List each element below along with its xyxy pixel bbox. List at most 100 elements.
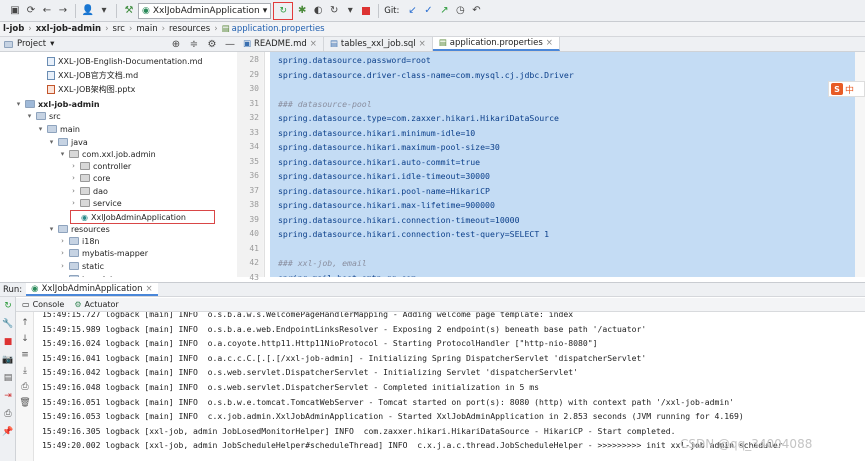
chevron-icon[interactable]: › bbox=[70, 199, 77, 207]
tree-item[interactable]: ▾ java bbox=[48, 136, 88, 148]
tab-readme[interactable]: ▣ README.md × bbox=[237, 37, 324, 51]
tree-item[interactable]: › mybatis-mapper bbox=[59, 247, 148, 259]
camera-icon[interactable]: 📷 bbox=[2, 355, 13, 365]
project-panel-title[interactable]: Project bbox=[17, 39, 46, 49]
breadcrumb-item[interactable]: src bbox=[110, 24, 128, 34]
chevron-icon[interactable]: ▾ bbox=[26, 112, 33, 120]
tree-item[interactable]: ▾ src bbox=[26, 110, 61, 122]
print-icon[interactable]: ⎙ bbox=[3, 409, 13, 419]
package-icon bbox=[80, 199, 90, 207]
chevron-icon[interactable]: ▾ bbox=[48, 138, 55, 146]
hide-icon[interactable]: — bbox=[223, 37, 237, 51]
up-arrow-icon[interactable]: ↑ bbox=[20, 318, 30, 328]
stop-icon[interactable] bbox=[359, 4, 373, 18]
back-icon[interactable]: ← bbox=[40, 4, 54, 18]
close-icon[interactable]: × bbox=[146, 284, 153, 294]
debug-icon[interactable]: ✱ bbox=[295, 4, 309, 18]
chevron-icon[interactable]: › bbox=[70, 187, 77, 195]
console-icon: ▭ bbox=[22, 300, 30, 309]
forward-icon[interactable]: → bbox=[56, 4, 70, 18]
pin-icon[interactable]: 📌 bbox=[2, 427, 13, 437]
git-rollback-icon[interactable]: ↶ bbox=[469, 4, 483, 18]
git-history-icon[interactable]: ◷ bbox=[453, 4, 467, 18]
chevron-icon[interactable]: ▾ bbox=[48, 225, 55, 233]
chevron-icon[interactable]: ▾ bbox=[37, 125, 44, 133]
tree-item[interactable]: › templates bbox=[59, 273, 122, 277]
tree-item[interactable]: ▾ resources bbox=[48, 223, 110, 235]
line-number: 35 bbox=[249, 156, 259, 166]
tab-label: README.md bbox=[254, 39, 307, 49]
sync-icon[interactable]: ⟳ bbox=[24, 4, 38, 18]
chevron-icon[interactable]: ▾ bbox=[15, 100, 22, 108]
chevron-icon[interactable]: › bbox=[59, 249, 66, 257]
chevron-icon[interactable]: › bbox=[59, 237, 66, 245]
close-icon[interactable]: × bbox=[310, 39, 317, 49]
git-push-icon[interactable]: ↗ bbox=[437, 4, 451, 18]
print-icon[interactable]: ⎙ bbox=[20, 382, 30, 392]
tree-item[interactable]: ▾ com.xxl.job.admin bbox=[59, 148, 156, 160]
locate-icon[interactable]: ⊕ bbox=[169, 37, 183, 51]
tree-item[interactable]: › core bbox=[70, 172, 110, 184]
package-icon bbox=[80, 187, 90, 195]
tree-item[interactable]: ▾ main bbox=[37, 123, 80, 135]
git-update-icon[interactable]: ↙ bbox=[405, 4, 419, 18]
trash-icon[interactable]: 🗑 bbox=[19, 398, 30, 408]
code-editor[interactable]: spring.datasource.password=root spring.da… bbox=[270, 52, 855, 277]
tree-item[interactable]: XXL-JOB官方文档.md bbox=[37, 69, 138, 81]
breadcrumb-item[interactable]: main bbox=[133, 24, 160, 34]
chevron-icon[interactable]: › bbox=[59, 262, 66, 270]
coverage-icon[interactable]: ◐ bbox=[311, 4, 325, 18]
rerun-icon[interactable]: ↻ bbox=[3, 301, 13, 311]
log-line: 15:49:16.048 logback [main] INFO o.s.web… bbox=[42, 382, 540, 392]
tree-item-label: i18n bbox=[82, 236, 100, 246]
stop-icon[interactable]: ■ bbox=[3, 337, 13, 347]
dropdown-icon[interactable]: ▾ bbox=[97, 4, 111, 18]
chevron-icon[interactable]: › bbox=[70, 174, 77, 182]
down-arrow-icon[interactable]: ↓ bbox=[20, 334, 30, 344]
tab-actuator[interactable]: ⚙ Actuator bbox=[74, 300, 118, 309]
restore-layout-icon[interactable]: ▤ bbox=[3, 373, 13, 383]
tab-sql[interactable]: ▤ tables_xxl_job.sql × bbox=[324, 37, 433, 51]
git-commit-icon[interactable]: ✓ bbox=[421, 4, 435, 18]
close-icon[interactable]: × bbox=[546, 38, 553, 48]
build-hammer-icon[interactable]: ⚒ bbox=[122, 4, 136, 18]
tree-item[interactable]: › static bbox=[59, 260, 104, 272]
close-icon[interactable]: × bbox=[419, 39, 426, 49]
tree-item[interactable]: › dao bbox=[70, 185, 108, 197]
exit-icon[interactable]: ⇥ bbox=[3, 391, 13, 401]
user-icon[interactable]: 👤 bbox=[81, 4, 95, 18]
run-configuration-select[interactable]: ◉ XxlJobAdminApplication ▾ bbox=[138, 2, 272, 19]
gear-icon[interactable]: ⚙ bbox=[205, 37, 219, 51]
rerun-button[interactable]: ↻ bbox=[273, 1, 294, 20]
chevron-icon[interactable]: › bbox=[59, 275, 66, 277]
tree-item[interactable]: ▾ xxl-job-admin bbox=[15, 98, 100, 110]
collapse-icon[interactable]: ≑ bbox=[187, 37, 201, 51]
save-all-icon[interactable]: ▣ bbox=[8, 4, 22, 18]
chevron-down-icon[interactable]: ▾ bbox=[50, 39, 54, 49]
more-run-icon[interactable]: ▾ bbox=[343, 4, 357, 18]
line-number: 32 bbox=[249, 113, 259, 122]
breadcrumb-item[interactable]: resources bbox=[166, 24, 213, 34]
tree-item[interactable]: › i18n bbox=[59, 235, 99, 247]
tree-item-label: XxlJobAdminApplication bbox=[90, 212, 186, 222]
tab-application-properties[interactable]: ▤ application.properties × bbox=[432, 37, 560, 51]
tab-console[interactable]: ▭ Console bbox=[22, 300, 64, 309]
profile-icon[interactable]: ↻ bbox=[327, 4, 341, 18]
tree-item[interactable]: › service bbox=[70, 197, 122, 209]
chevron-icon[interactable]: › bbox=[70, 162, 77, 170]
breadcrumb-item-current[interactable]: ▤ application.properties bbox=[219, 24, 328, 34]
run-panel-header: Run: ◉ XxlJobAdminApplication × bbox=[0, 282, 865, 297]
tree-item[interactable]: ◉ XxlJobAdminApplication bbox=[70, 210, 215, 224]
tree-item[interactable]: XXL-JOB架构图.pptx bbox=[37, 83, 135, 95]
soft-wrap-icon[interactable]: ≡ bbox=[20, 350, 30, 360]
chevron-icon[interactable]: ▾ bbox=[59, 150, 66, 158]
scroll-end-icon[interactable]: ⤓ bbox=[20, 366, 30, 376]
tree-item[interactable]: XXL-JOB-English-Documentation.md bbox=[37, 55, 203, 67]
wrench-icon[interactable]: 🔧 bbox=[2, 319, 13, 329]
tree-item[interactable]: › controller bbox=[70, 160, 131, 172]
breadcrumb-item[interactable]: l-job bbox=[0, 24, 27, 34]
line-number: 30 bbox=[249, 84, 259, 93]
folder-icon bbox=[36, 112, 46, 120]
run-config-tab[interactable]: ◉ XxlJobAdminApplication × bbox=[26, 283, 158, 296]
breadcrumb-item[interactable]: xxl-job-admin bbox=[33, 24, 104, 34]
